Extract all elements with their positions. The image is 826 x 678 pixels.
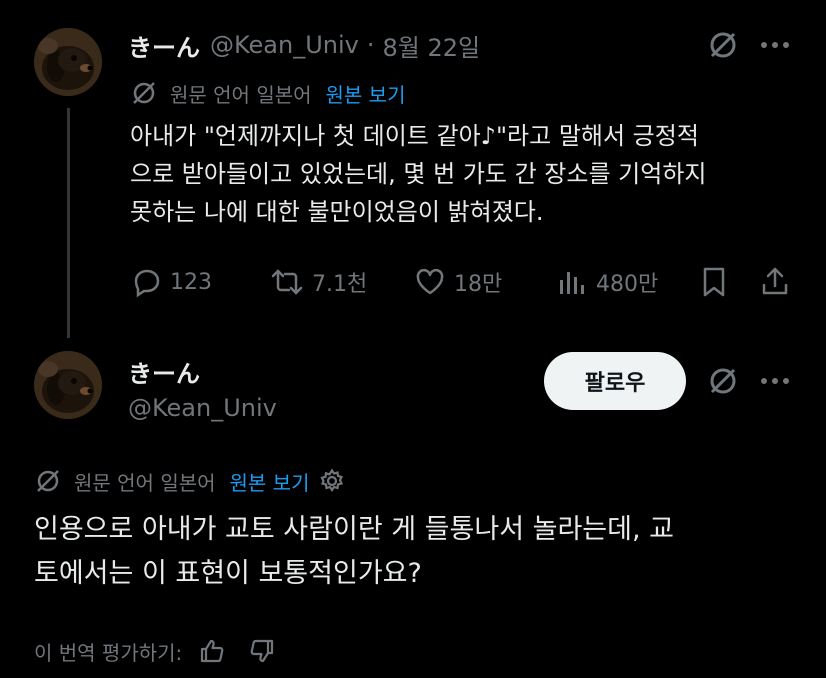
reply-button[interactable]: 123 — [130, 266, 212, 298]
settings-icon[interactable] — [319, 468, 345, 494]
handle[interactable]: @Kean_Univ — [128, 394, 277, 422]
thumbs-up-icon[interactable] — [198, 637, 226, 665]
translation-notice: 원문 언어 일본어 원본 보기 — [34, 466, 345, 496]
show-original-link[interactable]: 원본 보기 — [230, 467, 310, 496]
avatar[interactable] — [34, 351, 102, 419]
tweet-date[interactable]: 8월 22일 — [383, 28, 481, 63]
tweet-text-line: 못하는 나에 대한 불만이었음이 밝혀졌다. — [130, 198, 544, 226]
retweet-icon — [270, 266, 304, 298]
views-icon — [556, 266, 588, 298]
views-button[interactable]: 480만 — [556, 266, 658, 298]
show-original-link[interactable]: 원본 보기 — [326, 79, 406, 108]
tweet-header: きーん @Kean_Univ · 8월 22일 — [128, 28, 481, 63]
views-count: 480만 — [596, 272, 659, 297]
display-name[interactable]: きーん — [128, 354, 200, 389]
reply-count: 123 — [170, 269, 212, 295]
tweet-text-line: 아내가 "언제까지나 첫 데이트 같아♪"라고 말해서 긍정적 — [130, 122, 699, 150]
tweet-text-line: 토에서는 이 표현이 보통적인가요? — [34, 558, 422, 589]
share-icon[interactable] — [760, 266, 790, 298]
more-icon[interactable] — [760, 40, 790, 50]
rate-translation-label: 이 번역 평가하기: — [34, 640, 183, 665]
reply-icon — [130, 266, 162, 298]
more-icon[interactable] — [760, 376, 790, 386]
like-icon — [414, 266, 446, 298]
retweet-count: 7.1천 — [312, 272, 368, 297]
translate-icon — [130, 79, 158, 107]
thread-line — [67, 108, 70, 338]
separator: · — [366, 31, 375, 59]
thumbs-down-icon[interactable] — [248, 637, 276, 665]
grok-icon[interactable] — [706, 28, 740, 62]
like-count: 18만 — [454, 272, 503, 297]
grok-icon[interactable] — [706, 364, 740, 398]
tweet-text-line: 으로 받아들이고 있었는데, 몇 번 가도 간 장소를 기억하지 — [130, 160, 707, 188]
bookmark-icon[interactable] — [700, 266, 728, 298]
tweet-text: 인용으로 아내가 교토 사람이란 게 들통나서 놀라는데, 교 토에서는 이 표… — [34, 508, 814, 596]
translation-rating: 이 번역 평가하기: — [34, 636, 276, 666]
handle[interactable]: @Kean_Univ — [210, 31, 359, 59]
avatar[interactable] — [34, 28, 102, 96]
tweet-text-line: 인용으로 아내가 교토 사람이란 게 들통나서 놀라는데, 교 — [34, 514, 674, 545]
translate-icon — [34, 467, 62, 495]
like-button[interactable]: 18만 — [414, 266, 502, 298]
display-name[interactable]: きーん — [128, 28, 200, 63]
retweet-button[interactable]: 7.1천 — [270, 266, 367, 298]
translation-source: 원문 언어 일본어 — [170, 82, 312, 107]
follow-button[interactable]: 팔로우 — [544, 352, 686, 410]
translation-source: 원문 언어 일본어 — [74, 470, 216, 495]
tweet-text: 아내가 "언제까지나 첫 데이트 같아♪"라고 말해서 긍정적 으로 받아들이고… — [130, 117, 810, 231]
translation-notice: 원문 언어 일본어 원본 보기 — [130, 78, 405, 108]
